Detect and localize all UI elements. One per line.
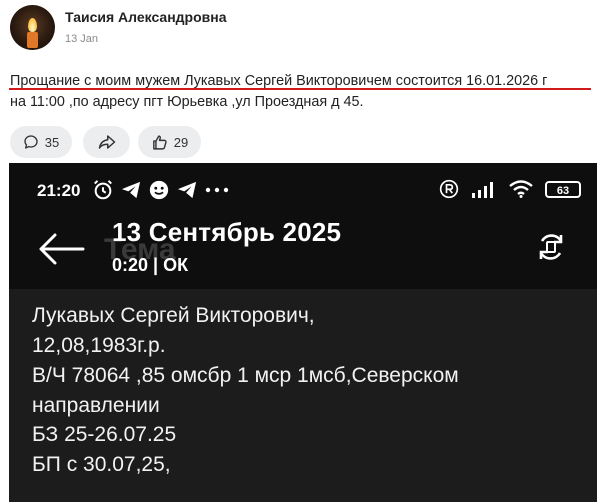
message-area: Лукавых Сергей Викторович, 12,08,1983г.р… [9, 289, 597, 502]
post-date[interactable]: 13 Jan [65, 33, 98, 45]
message-line: БП с 30.07,25, [32, 453, 171, 476]
telegram-icon [121, 181, 141, 199]
message-line: Лукавых Сергей Викторович, [32, 304, 315, 327]
avatar[interactable] [10, 5, 55, 50]
comment-button[interactable]: 35 [10, 126, 72, 158]
message-line: БЗ 25-26.07.25 [32, 423, 177, 446]
telegram-icon-2 [177, 181, 197, 199]
post-text: Прощание с моим мужем Лукавых Сергей Вик… [10, 71, 600, 113]
status-right-icons: 63 [439, 179, 581, 199]
red-underline [9, 88, 591, 90]
rotate-icon[interactable] [536, 232, 566, 262]
face-icon [149, 180, 169, 200]
message-line: В/Ч 78064 ,85 омсбр 1 мср 1мсб,Северском [32, 364, 459, 387]
call-date: 13 Сентябрь 2025 [112, 217, 342, 247]
status-left-icons [92, 179, 230, 201]
signal-icon [472, 182, 493, 198]
wifi-icon [509, 180, 533, 198]
like-icon [152, 134, 167, 150]
call-subtitle: 0:20 | ОК [112, 255, 189, 275]
comment-icon [24, 135, 38, 149]
share-button[interactable] [83, 126, 130, 158]
registered-icon [439, 179, 459, 199]
alarm-icon [94, 180, 112, 200]
comment-count: 35 [44, 134, 60, 150]
author-name[interactable]: Таисия Александровна [65, 9, 227, 25]
message-line: направлении [32, 394, 160, 417]
share-icon [98, 135, 115, 149]
like-button[interactable]: 29 [138, 126, 201, 158]
battery-icon: 63 [545, 180, 581, 198]
post-text-line2: на 11:00 ,по адресу пгт Юрьевка ,ул Прое… [10, 94, 364, 110]
post-header: Таисия Александровна 13 Jan [0, 0, 604, 60]
candle-body-icon [27, 32, 38, 48]
status-time: 21:20 [37, 181, 81, 200]
candle-flame-icon [28, 18, 37, 32]
attached-screenshot[interactable]: 21:20 63 Тема 13 Сентябрь 2025 0:20 | ОК… [9, 163, 597, 502]
like-count: 29 [173, 134, 189, 150]
back-arrow-icon[interactable] [33, 229, 87, 269]
more-dots-icon [205, 187, 229, 193]
message-line: 12,08,1983г.р. [32, 334, 166, 357]
